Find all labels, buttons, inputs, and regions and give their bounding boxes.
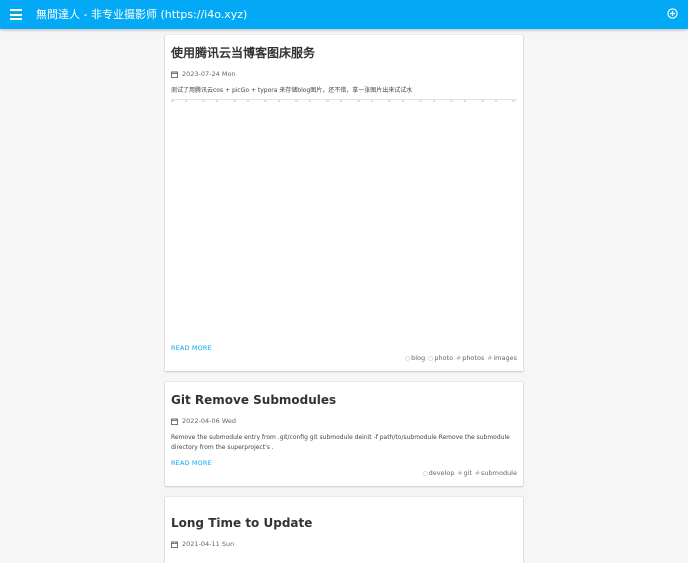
- top-app-bar: 無間達人 - 非专业摄影师 (https://i4o.xyz): [0, 0, 688, 29]
- post-card: Long Time to Update 2021-04-11 Sun: [165, 497, 523, 563]
- post-date-text: 2023-07-24 Mon: [182, 70, 236, 78]
- post-date-text: 2021-04-11 Sun: [182, 540, 235, 548]
- tag-link[interactable]: ○ blog: [405, 354, 425, 363]
- category-icon: ○: [404, 355, 411, 362]
- read-more-link[interactable]: READ MORE: [171, 459, 517, 468]
- post-title[interactable]: Long Time to Update: [171, 515, 517, 531]
- post-date: 2023-07-24 Mon: [171, 70, 517, 79]
- post-title[interactable]: 使用腾讯云当博客图床服务: [171, 45, 517, 61]
- tag-label: images: [493, 354, 517, 362]
- hash-icon: #: [457, 470, 463, 477]
- tag-link[interactable]: # git: [457, 469, 472, 478]
- read-more-link[interactable]: READ MORE: [171, 344, 517, 353]
- menu-icon[interactable]: [10, 9, 22, 20]
- post-image: [171, 99, 517, 338]
- tag-link[interactable]: # images: [487, 354, 517, 363]
- calendar-icon: [171, 418, 178, 425]
- tag-link[interactable]: # submodule: [475, 469, 517, 478]
- category-icon: ○: [422, 470, 428, 477]
- calendar-icon: [171, 71, 178, 78]
- tag-label: develop: [428, 469, 455, 477]
- hash-icon: #: [474, 470, 480, 477]
- post-title[interactable]: Git Remove Submodules: [171, 392, 517, 408]
- post-excerpt: 测试了用腾讯云cos + picGo + typora 来存储blog图片，还不…: [171, 87, 413, 94]
- post-excerpt: Remove the submodule entry from .git/con…: [171, 434, 510, 451]
- post-date-text: 2022-04-06 Wed: [182, 417, 237, 425]
- tag-link[interactable]: # photos: [456, 354, 484, 363]
- post-card: Git Remove Submodules 2022-04-06 Wed Rem…: [165, 382, 523, 486]
- category-icon: ○: [428, 355, 434, 362]
- post-date: 2021-04-11 Sun: [171, 540, 517, 549]
- tag-label: photos: [462, 354, 485, 362]
- tag-label: submodule: [481, 469, 517, 477]
- hash-icon: #: [487, 355, 493, 362]
- tag-label: blog: [411, 354, 426, 362]
- tag-label: git: [463, 469, 472, 477]
- site-title[interactable]: 無間達人 - 非专业摄影师 (https://i4o.xyz): [36, 7, 247, 22]
- post-date: 2022-04-06 Wed: [171, 417, 517, 426]
- post-tags: ○ blog ○ photo # photos # images: [171, 354, 517, 363]
- post-tags: ○ develop # git # submodule: [171, 469, 517, 478]
- calendar-icon: [171, 541, 178, 548]
- hash-icon: #: [456, 355, 462, 362]
- post-list: 使用腾讯云当博客图床服务 2023-07-24 Mon 测试了用腾讯云cos +…: [165, 29, 523, 563]
- post-card: 使用腾讯云当博客图床服务 2023-07-24 Mon 测试了用腾讯云cos +…: [165, 35, 523, 371]
- tag-link[interactable]: ○ develop: [422, 469, 454, 478]
- tag-link[interactable]: ○ photo: [428, 354, 453, 363]
- add-circle-icon[interactable]: [667, 8, 678, 19]
- tag-label: photo: [434, 354, 454, 362]
